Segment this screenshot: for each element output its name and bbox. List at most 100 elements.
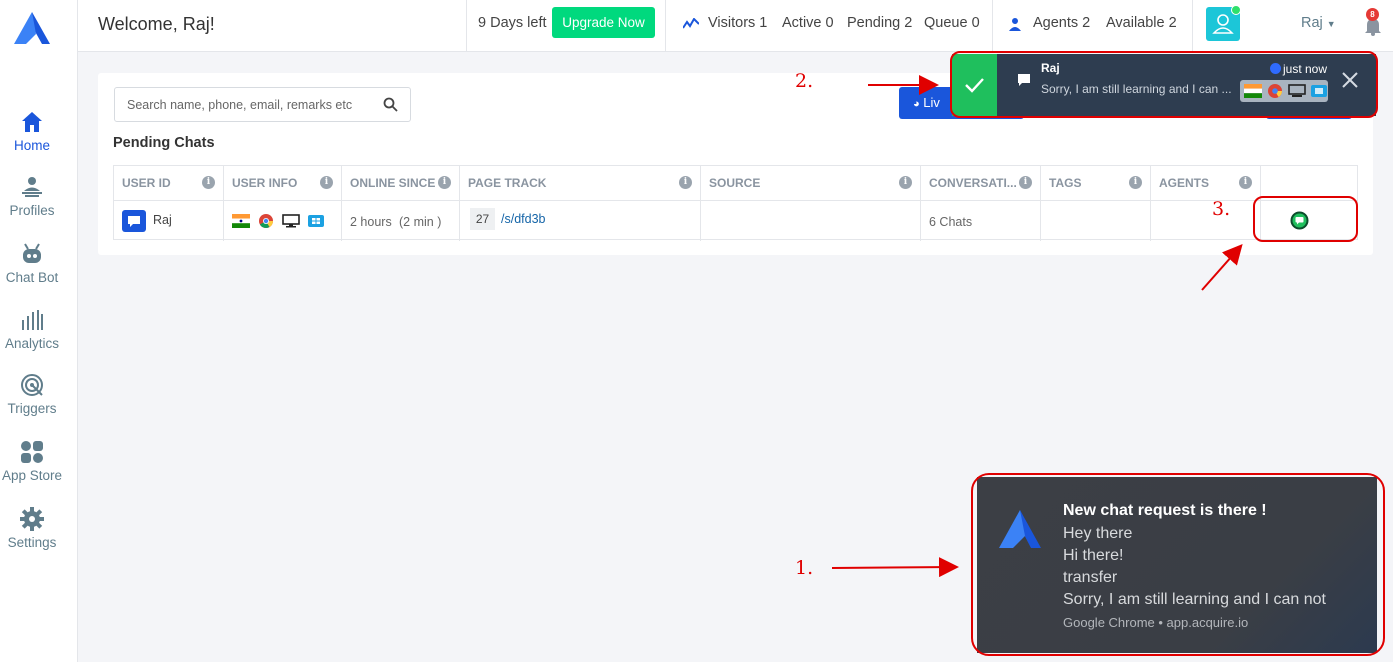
column-header[interactable]: SOURCE i — [701, 166, 921, 200]
column-header[interactable]: USER INFO i — [224, 166, 342, 200]
column-label: PAGE TRACK — [468, 176, 547, 190]
divider — [1192, 0, 1193, 52]
column-label: AGENTS — [1159, 176, 1210, 190]
sidebar-item-chatbot[interactable]: Chat Bot — [0, 242, 64, 285]
analytics-icon — [22, 310, 43, 330]
gauge-icon: ◕ — [913, 98, 920, 110]
user-menu[interactable]: Raj ▼ — [1301, 15, 1336, 31]
conversations-cell: 6 Chats — [921, 201, 1041, 241]
sidebar-item-label: Chat Bot — [5, 270, 59, 285]
chatbot-icon — [23, 243, 41, 263]
online-since: 2 hours — [350, 215, 392, 229]
section-title: Pending Chats — [113, 135, 215, 151]
info-icon[interactable]: i — [202, 176, 215, 189]
annotation-label-1: 1. — [795, 557, 814, 579]
column-label: USER ID — [122, 176, 171, 190]
page-count-badge: 27 — [470, 208, 495, 230]
annotation-box-3 — [1253, 196, 1358, 242]
welcome-text: Welcome, Raj! — [98, 14, 215, 34]
user-name: Raj — [1301, 15, 1323, 31]
desktop-icon — [282, 214, 300, 228]
sidebar-item-home[interactable]: Home — [0, 110, 64, 153]
column-label: SOURCE — [709, 176, 761, 190]
chat-bubble-icon — [122, 210, 146, 232]
sidebar-item-label: App Store — [1, 468, 63, 483]
online-since-cell: 2 hours (2 min ) — [342, 201, 460, 241]
column-header[interactable]: PAGE TRACK i — [460, 166, 701, 200]
column-label: TAGS — [1049, 176, 1082, 190]
gear-icon — [20, 507, 44, 531]
pulse-icon — [683, 18, 699, 29]
column-header[interactable]: USER ID i — [114, 166, 224, 200]
info-icon[interactable]: i — [438, 176, 451, 189]
column-label: ONLINE SINCE — [350, 176, 436, 190]
annotation-box-1 — [971, 473, 1385, 656]
info-icon[interactable]: i — [1239, 176, 1252, 189]
sidebar-item-triggers[interactable]: Triggers — [0, 373, 64, 416]
divider — [665, 0, 666, 52]
annotation-label-3: 3. — [1212, 198, 1231, 220]
info-icon[interactable]: i — [1129, 176, 1142, 189]
search-input[interactable]: Search name, phone, email, remarks etc — [114, 87, 411, 122]
user-id[interactable]: Raj — [153, 213, 172, 227]
app-logo-icon[interactable] — [14, 12, 50, 44]
pending-chats-table: USER ID i USER INFO i ONLINE SINCE i PAGE T… — [113, 165, 1358, 241]
info-icon[interactable]: i — [320, 176, 333, 189]
online-status-dot — [1231, 5, 1241, 15]
notification-badge: 8 — [1366, 8, 1379, 21]
profiles-icon — [22, 177, 42, 197]
india-flag-icon — [232, 214, 250, 228]
active-count[interactable]: Active 0 — [782, 15, 834, 31]
agent-icon — [1009, 18, 1021, 31]
annotation-box-2 — [950, 51, 1378, 118]
info-icon[interactable]: i — [679, 176, 692, 189]
upgrade-now-button[interactable]: Upgrade Now — [552, 7, 655, 38]
info-icon[interactable]: i — [1019, 176, 1032, 189]
search-placeholder: Search name, phone, email, remarks etc — [127, 98, 353, 112]
triggers-icon — [21, 374, 43, 396]
queue-count[interactable]: Queue 0 — [924, 15, 980, 31]
column-header[interactable]: CONVERSATI... i — [921, 166, 1041, 200]
top-header: Welcome, Raj! 9 Days left Upgrade Now Vi… — [78, 0, 1393, 52]
sidebar-item-appstore[interactable]: App Store — [0, 440, 64, 483]
sidebar: Home Profiles Chat Bot Analytics Trigger… — [0, 0, 78, 662]
user-info-cell — [224, 201, 342, 241]
sidebar-item-label: Profiles — [9, 203, 55, 218]
trial-days-text: 9 Days left — [478, 15, 547, 31]
available-count[interactable]: Available 2 — [1106, 15, 1177, 31]
sidebar-item-label: Analytics — [4, 336, 60, 351]
appstore-icon — [21, 441, 43, 463]
page-track-cell: 27 /s/dfd3b — [460, 201, 701, 241]
divider — [992, 0, 993, 52]
tags-cell — [1041, 201, 1151, 241]
column-label: CONVERSATI... — [929, 176, 1017, 190]
annotation-label-2: 2. — [795, 70, 814, 92]
annotation-arrow-1 — [831, 557, 959, 578]
column-label: USER INFO — [232, 176, 298, 190]
agents-count[interactable]: Agents 2 — [1033, 15, 1090, 31]
sidebar-item-analytics[interactable]: Analytics — [0, 308, 64, 351]
column-header[interactable]: TAGS i — [1041, 166, 1151, 200]
windows-icon — [308, 215, 324, 227]
home-icon — [22, 112, 42, 132]
visitors-count[interactable]: Visitors 1 — [708, 15, 767, 31]
chevron-down-icon: ▼ — [1326, 19, 1336, 29]
conversations: 6 Chats — [929, 215, 973, 229]
pending-count[interactable]: Pending 2 — [847, 15, 912, 31]
sidebar-item-settings[interactable]: Settings — [0, 507, 64, 550]
source-cell — [701, 201, 921, 241]
table-row[interactable]: Raj — [114, 201, 224, 241]
sidebar-item-label: Settings — [7, 535, 57, 550]
column-header-actions — [1261, 166, 1357, 200]
sidebar-item-label: Home — [13, 138, 50, 153]
search-icon[interactable] — [383, 97, 398, 112]
info-icon[interactable]: i — [899, 176, 912, 189]
sidebar-item-profiles[interactable]: Profiles — [0, 175, 64, 218]
column-header[interactable]: AGENTS i — [1151, 166, 1261, 200]
column-header[interactable]: ONLINE SINCE i — [342, 166, 460, 200]
sidebar-item-label: Triggers — [7, 401, 57, 416]
live-button-label: Liv — [923, 95, 940, 110]
page-path-link[interactable]: /s/dfd3b — [501, 212, 545, 226]
chrome-icon — [259, 214, 273, 228]
online-since-sub: (2 min ) — [399, 215, 442, 229]
